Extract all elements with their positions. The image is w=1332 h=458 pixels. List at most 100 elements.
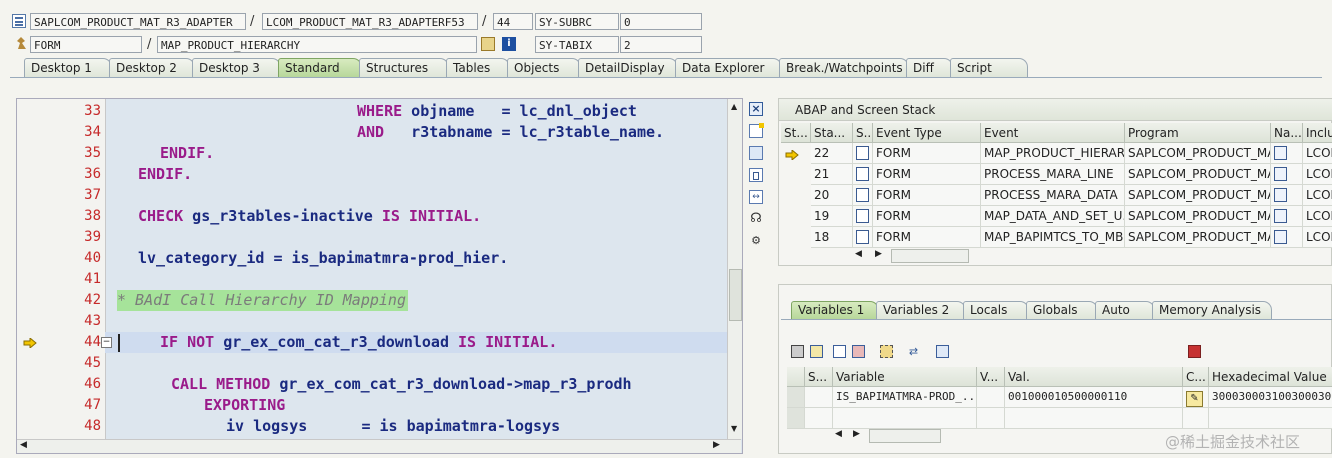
sysfield-2-value[interactable]: 2 — [620, 36, 702, 53]
tab-variables-2[interactable]: Variables 2 — [876, 301, 966, 319]
editor-horizontal-scrollbar[interactable]: ◀ ▶ — [17, 439, 741, 453]
code-line-40: lv_category_id = is_bapimatmra-prod_hier… — [138, 249, 509, 267]
navigate-source-icon[interactable] — [1271, 143, 1303, 164]
edit-value-icon[interactable]: ✎ — [1183, 387, 1209, 408]
var-name-input[interactable]: IS_BAPIMATMRA-PROD_... — [833, 387, 977, 408]
scroll-left-arrow[interactable]: ◀ — [855, 249, 862, 259]
stack-col-header[interactable]: St... — [781, 123, 811, 143]
sysfield-2-name[interactable]: SY-TABIX — [535, 36, 619, 53]
scroll-left-arrow[interactable]: ◀ — [835, 429, 842, 439]
scroll-right-arrow[interactable]: ▶ — [853, 429, 860, 439]
scroll-right-arrow[interactable]: ▶ — [713, 440, 720, 450]
var-col-header[interactable]: V... — [977, 367, 1005, 387]
tab-detaildisplay[interactable]: DetailDisplay — [578, 58, 678, 77]
var-col-header[interactable]: Variable — [833, 367, 977, 387]
load-layout-icon[interactable] — [852, 345, 865, 358]
tab-locals[interactable]: Locals — [963, 301, 1029, 319]
scroll-thumb[interactable] — [869, 429, 941, 443]
stack-col-header[interactable]: Event Type — [873, 123, 981, 143]
stack-level: 19 — [811, 206, 853, 227]
tab-standard[interactable]: Standard — [278, 58, 362, 77]
var-col-header[interactable]: C... — [1183, 367, 1209, 387]
display-source-icon[interactable] — [481, 37, 495, 51]
stack-col-header[interactable]: Inclu — [1303, 123, 1332, 143]
document-icon — [853, 206, 873, 227]
code-text: objname = lc_dnl_object — [402, 102, 637, 120]
info-icon[interactable]: i — [502, 37, 516, 51]
tab-tables[interactable]: Tables — [446, 58, 510, 77]
var-value[interactable]: 001000010500000110 — [1005, 387, 1183, 408]
tab-structures[interactable]: Structures — [359, 58, 449, 77]
tab-desktop-3[interactable]: Desktop 3 — [192, 58, 281, 77]
headset-icon[interactable]: ☊ — [749, 212, 763, 226]
scroll-thumb[interactable] — [729, 269, 742, 321]
close-icon[interactable]: × — [749, 102, 763, 116]
var-col-header[interactable]: Hexadecimal Value — [1209, 367, 1332, 387]
save-layout-icon[interactable] — [833, 345, 846, 358]
settings-tool-icon[interactable]: ⚙ — [749, 234, 763, 248]
transfer-icon[interactable]: ⇄ — [907, 345, 920, 358]
tab-variables-1[interactable]: Variables 1 — [791, 301, 879, 319]
row-selector[interactable] — [787, 387, 805, 408]
var-col-rowsel[interactable] — [787, 367, 805, 387]
stack-event: MAP_DATA_AND_SET_U... — [981, 206, 1125, 227]
stack-col-header[interactable]: Sta... — [811, 123, 853, 143]
tab-globals[interactable]: Globals — [1026, 301, 1098, 319]
save-icon[interactable] — [1188, 345, 1201, 358]
tab-diff[interactable]: Diff — [906, 58, 953, 77]
delete-icon[interactable] — [791, 345, 804, 358]
line-number: 40 — [84, 250, 101, 266]
tabstrip-baseline — [10, 77, 1322, 78]
tab-data-explorer[interactable]: Data Explorer — [675, 58, 782, 77]
vars-horizontal-scrollbar[interactable]: ◀ ▶ — [835, 429, 941, 443]
hierarchy-icon[interactable] — [880, 345, 893, 358]
tab-desktop-2[interactable]: Desktop 2 — [109, 58, 195, 77]
fit-width-icon[interactable]: ↔ — [749, 190, 763, 204]
tab-objects[interactable]: Objects — [507, 58, 581, 77]
include-field[interactable]: LCOM_PRODUCT_MAT_R3_ADAPTERF53 — [262, 13, 478, 30]
stack-col-header[interactable]: Event — [981, 123, 1125, 143]
code-keyword: IS INITIAL. — [458, 333, 558, 351]
fold-collapse-icon[interactable]: − — [101, 337, 112, 348]
var-v — [977, 408, 1005, 429]
line-field[interactable]: 44 — [493, 13, 533, 30]
scroll-left-arrow[interactable]: ◀ — [20, 440, 27, 450]
stack-col-header[interactable]: Program — [1125, 123, 1271, 143]
row-selector[interactable] — [787, 408, 805, 429]
tab-memory-analysis[interactable]: Memory Analysis — [1152, 301, 1272, 319]
stack-col-header[interactable]: Na... — [1271, 123, 1303, 143]
new-tool-icon[interactable] — [749, 123, 764, 138]
editor-vertical-scrollbar[interactable]: ▲ ▼ — [727, 99, 742, 439]
var-name-input[interactable] — [833, 408, 977, 429]
sysfield-1-name[interactable]: SY-SUBRC — [535, 13, 619, 30]
stack-horizontal-scrollbar[interactable]: ◀ ▶ — [855, 249, 969, 263]
scroll-down-arrow[interactable]: ▼ — [731, 424, 737, 433]
scroll-up-arrow[interactable]: ▲ — [731, 102, 737, 111]
navigate-source-icon[interactable] — [1271, 206, 1303, 227]
navigate-source-icon[interactable] — [1271, 164, 1303, 185]
tab-breakpoints[interactable]: Break./Watchpoints — [779, 58, 909, 77]
event-name-field[interactable]: MAP_PRODUCT_HIERARCHY — [157, 36, 477, 53]
navigate-source-icon[interactable] — [1271, 185, 1303, 206]
navigate-source-icon[interactable] — [1271, 227, 1303, 248]
var-c — [1183, 408, 1209, 429]
detail-view-icon[interactable] — [936, 345, 949, 358]
maximize-tool-icon[interactable] — [749, 168, 763, 182]
sysfield-1-value[interactable]: 0 — [620, 13, 702, 30]
source-editor[interactable]: 33 34 35 36 37 38 39 40 41 42 43 44 45 4… — [16, 98, 743, 454]
line-number: 39 — [84, 229, 101, 245]
swap-tool-icon[interactable] — [749, 146, 763, 160]
line-number: 36 — [84, 166, 101, 182]
program-field[interactable]: SAPLCOM_PRODUCT_MAT_R3_ADAPTER — [30, 13, 246, 30]
var-col-header[interactable]: Val. — [1005, 367, 1183, 387]
tab-auto[interactable]: Auto — [1095, 301, 1155, 319]
var-col-header[interactable]: S... — [805, 367, 833, 387]
scroll-thumb[interactable] — [891, 249, 969, 263]
scroll-right-arrow[interactable]: ▶ — [875, 249, 882, 259]
tab-desktop-1[interactable]: Desktop 1 — [24, 58, 112, 77]
var-value[interactable] — [1005, 408, 1183, 429]
insert-row-icon[interactable] — [810, 345, 823, 358]
stack-col-header[interactable]: S... — [853, 123, 873, 143]
event-type-field[interactable]: FORM — [30, 36, 142, 53]
tab-script[interactable]: Script — [950, 58, 1028, 77]
